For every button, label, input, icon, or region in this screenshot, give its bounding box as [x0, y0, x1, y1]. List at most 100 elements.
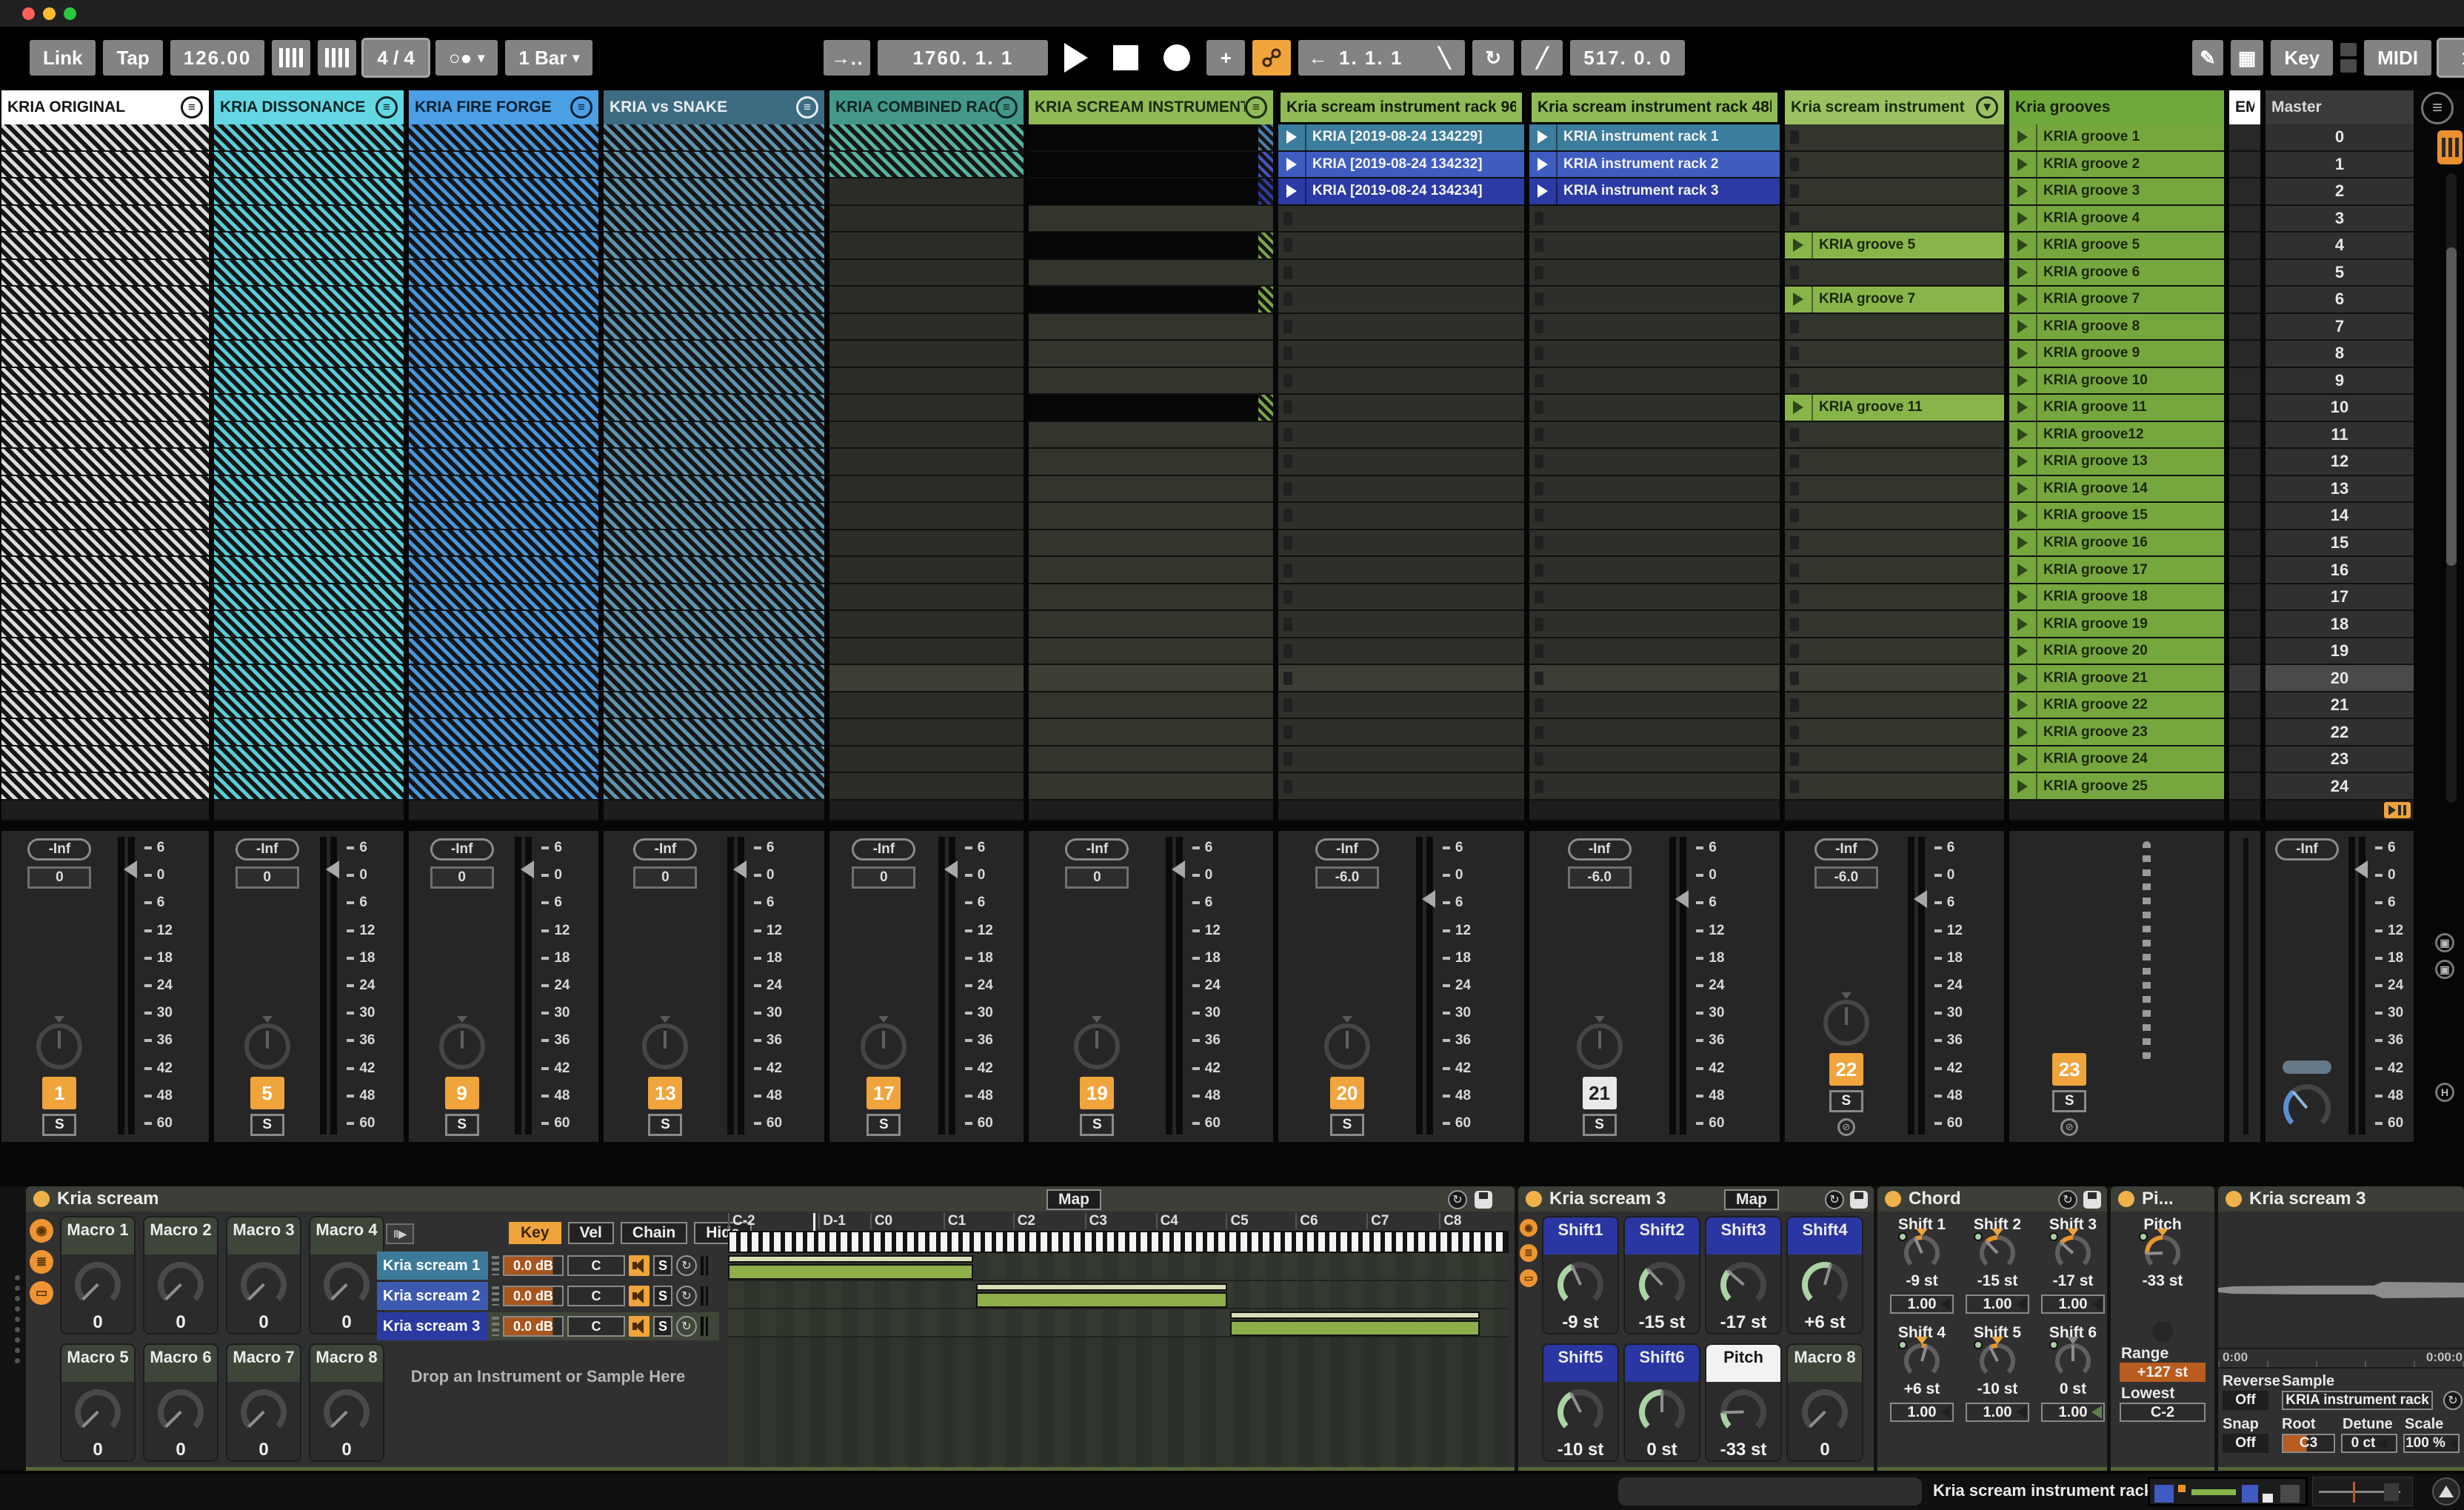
clip-slot[interactable]: [1029, 557, 1273, 584]
monitor-icon[interactable]: ⊘: [2060, 1118, 2078, 1136]
volume-value-field[interactable]: 0: [852, 866, 915, 889]
clip-stop-button[interactable]: [1283, 509, 1292, 522]
clip-slot[interactable]: [1278, 260, 1524, 287]
clip-slot[interactable]: KRIA groove 18: [2009, 584, 2224, 612]
solo-button[interactable]: S: [1583, 1114, 1617, 1136]
clip-slot[interactable]: [409, 530, 598, 558]
track-header-kria-vs-snake[interactable]: KRIA vs SNAKE≡: [604, 90, 824, 124]
chain-volume-field[interactable]: 0.0 dB: [503, 1255, 564, 1276]
clip-slot[interactable]: KRIA groove 19: [2009, 611, 2224, 638]
show-hide-info-icon[interactable]: [2432, 1477, 2460, 1506]
clip-stop-button[interactable]: [1535, 374, 1543, 387]
clip-stop-button[interactable]: [1283, 293, 1292, 306]
volume-display[interactable]: -Inf: [2275, 838, 2339, 861]
chain-drag-handle[interactable]: [492, 1286, 499, 1306]
clip-slot[interactable]: [1785, 584, 2004, 612]
chain-drag-handle[interactable]: [492, 1256, 499, 1275]
clip-slot[interactable]: KRIA [2019-08-24 134229]: [1278, 124, 1524, 152]
clip-slot[interactable]: [604, 476, 824, 504]
clip-slot[interactable]: [829, 557, 1024, 584]
clip-stop-button[interactable]: [1535, 509, 1543, 522]
clip-slot[interactable]: [1529, 692, 1780, 720]
ratio-field[interactable]: 1.00: [1890, 1403, 1954, 1422]
clip-slot[interactable]: [1529, 719, 1780, 746]
scene-slot[interactable]: 19: [2266, 638, 2414, 666]
scene-slot[interactable]: 24: [2266, 773, 2414, 801]
clip-stop-button[interactable]: [1535, 266, 1543, 279]
clip-launch-button[interactable]: [2009, 178, 2037, 204]
scene-slot[interactable]: 9: [2266, 368, 2414, 395]
crossfade-b-icon[interactable]: ▣: [2435, 960, 2454, 979]
clip-slot[interactable]: [1, 503, 209, 530]
clip-slot[interactable]: [1, 584, 209, 612]
clip-slot[interactable]: [214, 152, 404, 179]
clip-slot[interactable]: [409, 260, 598, 287]
macro-knob[interactable]: [324, 1262, 370, 1308]
clip-launch-button[interactable]: [2009, 449, 2037, 475]
clip-slot[interactable]: [1, 152, 209, 179]
clip-slot[interactable]: [829, 395, 1024, 422]
clip-slot[interactable]: [1029, 422, 1273, 450]
cue-volume-knob[interactable]: [2283, 1084, 2331, 1132]
clip-slot[interactable]: [829, 287, 1024, 314]
clip-slot[interactable]: [1029, 178, 1273, 206]
clip-slot[interactable]: [604, 665, 824, 692]
clip-slot[interactable]: [604, 287, 824, 314]
clip-slot[interactable]: [1029, 719, 1273, 746]
clip-slot[interactable]: [1785, 746, 2004, 774]
draw-pencil-button[interactable]: ✎: [2192, 40, 2223, 76]
chain-pan-field[interactable]: C: [567, 1255, 625, 1276]
clip-slot[interactable]: [1278, 395, 1524, 422]
macro-knob[interactable]: [241, 1262, 287, 1308]
clip-slot[interactable]: KRIA groove 2: [2009, 152, 2224, 179]
clip-stop-button[interactable]: [1790, 509, 1799, 522]
save-preset-icon[interactable]: [1850, 1191, 1868, 1209]
clip-slot[interactable]: [2229, 584, 2260, 612]
macro-name[interactable]: Macro 1: [61, 1217, 134, 1255]
volume-fader-handle[interactable]: [326, 861, 339, 878]
macro-value[interactable]: 0: [176, 1440, 185, 1460]
clip-stop-button[interactable]: [1535, 428, 1543, 441]
clip-stop-button[interactable]: [1283, 455, 1292, 468]
clip-stop-button[interactable]: [1790, 184, 1799, 198]
macro-knob[interactable]: [324, 1389, 370, 1435]
clip-slot[interactable]: KRIA groove 14: [2009, 476, 2224, 504]
clip-stub[interactable]: [1258, 152, 1273, 178]
clip-slot[interactable]: [829, 584, 1024, 612]
solo-button[interactable]: S: [1080, 1114, 1114, 1136]
tempo-field[interactable]: 126.00: [170, 40, 265, 76]
macro-value[interactable]: +6 st: [1804, 1312, 1845, 1333]
macro-knob[interactable]: [1639, 1262, 1685, 1308]
clip-launch-button[interactable]: [2009, 124, 2037, 150]
clip-slot[interactable]: [1, 124, 209, 152]
clip-launch-button[interactable]: [2009, 557, 2037, 583]
device-activator[interactable]: [2118, 1191, 2134, 1207]
clip-slot[interactable]: [829, 638, 1024, 666]
clip-slot[interactable]: [829, 422, 1024, 450]
punch-out-button[interactable]: ╱: [1521, 40, 1563, 76]
chain-pan-field[interactable]: C: [567, 1316, 625, 1337]
chain-speaker-icon[interactable]: [629, 1286, 650, 1306]
macro-name[interactable]: Macro 2: [144, 1217, 217, 1255]
volume-fader-handle[interactable]: [1675, 890, 1689, 908]
volume-display[interactable]: -Inf: [852, 838, 915, 861]
clip-slot[interactable]: [1, 449, 209, 476]
scene-slot[interactable]: 18: [2266, 611, 2414, 638]
macro-knob[interactable]: [1802, 1262, 1848, 1308]
scene-slot[interactable]: 22: [2266, 719, 2414, 746]
macro-knob[interactable]: [1639, 1389, 1685, 1435]
detune-field[interactable]: 0 ct: [2341, 1434, 2397, 1453]
track-activator-button[interactable]: 13: [648, 1077, 682, 1109]
clip-stop-button[interactable]: [1283, 212, 1292, 225]
device-drag-handle[interactable]: [15, 1275, 20, 1363]
clip-slot[interactable]: [1029, 233, 1273, 260]
track-header-kria-grooves[interactable]: Kria grooves: [2009, 90, 2224, 124]
clip-slot[interactable]: [1785, 152, 2004, 179]
tab-key[interactable]: Key: [509, 1222, 561, 1244]
macro-value[interactable]: 0: [93, 1440, 102, 1460]
clip-stop-button[interactable]: [1535, 672, 1543, 685]
clip-slot[interactable]: [214, 422, 404, 450]
clip-slot[interactable]: [214, 260, 404, 287]
scene-slot[interactable]: 3: [2266, 206, 2414, 233]
clip-stop-button[interactable]: [1535, 564, 1543, 577]
